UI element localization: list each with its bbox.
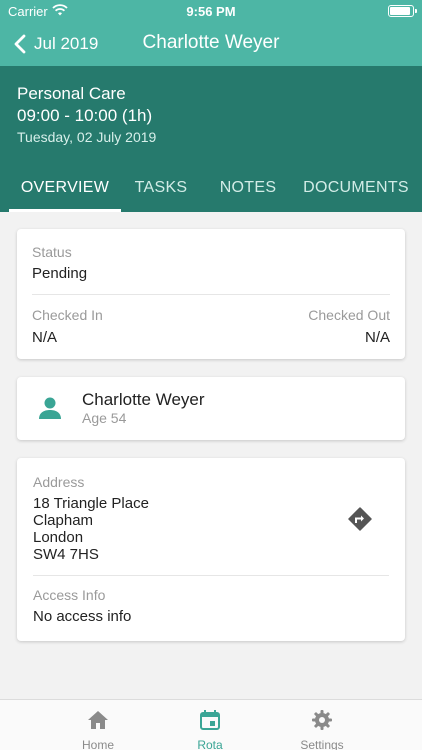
clock: 9:56 PM [186, 4, 236, 19]
checked-in-label: Checked In [32, 307, 103, 323]
checked-in-value: N/A [32, 329, 58, 346]
access-info-value: No access info [33, 608, 132, 625]
client-age: Age 54 [82, 410, 127, 426]
tab-home-label: Home [81, 738, 114, 750]
bottom-tab-bar: Home Rota Settings [0, 699, 422, 750]
tab-settings[interactable]: Settings [282, 700, 362, 750]
client-name: Charlotte Weyer [82, 390, 205, 409]
checked-out-label: Checked Out [308, 307, 390, 323]
tab-overview[interactable]: OVERVIEW [9, 166, 121, 212]
gear-icon [312, 710, 332, 730]
person-icon [39, 397, 61, 419]
tab-rota-label: Rota [197, 738, 223, 750]
battery-icon [388, 5, 417, 17]
page-title: Charlotte Weyer [142, 32, 280, 53]
status-value: Pending [32, 265, 88, 282]
visit-time-range: 09:00 - 10:00 (1h) [17, 106, 153, 125]
tab-settings-label: Settings [300, 738, 344, 750]
status-bar: Carrier 9:56 PM [0, 0, 422, 22]
address-line-3: London [33, 529, 84, 546]
access-info-label: Access Info [33, 587, 106, 603]
tab-home[interactable]: Home [58, 700, 138, 750]
tab-rota[interactable]: Rota [170, 700, 250, 750]
visit-tabs: OVERVIEW TASKS NOTES DOCUMENTS [0, 166, 422, 212]
tab-tasks[interactable]: TASKS [121, 166, 201, 212]
service-name: Personal Care [17, 84, 126, 103]
visit-header: Personal Care 09:00 - 10:00 (1h) Tuesday… [0, 66, 422, 166]
client-card[interactable]: Charlotte Weyer Age 54 [17, 377, 405, 440]
address-label: Address [33, 474, 85, 490]
nav-bar: Jul 2019 Charlotte Weyer [0, 22, 422, 66]
address-line-4: SW4 7HS [33, 546, 99, 563]
status-card: Status Pending Checked In N/A Checked Ou… [17, 229, 405, 359]
calendar-icon [200, 710, 220, 730]
address-line-2: Clapham [33, 512, 94, 529]
address-lines: 18 Triangle Place Clapham London SW4 7HS [33, 495, 389, 563]
status-label: Status [32, 244, 72, 260]
address-line-1: 18 Triangle Place [33, 495, 149, 512]
address-card: Address 18 Triangle Place Clapham London… [17, 458, 405, 641]
tab-notes[interactable]: NOTES [205, 166, 291, 212]
checked-out-value: N/A [364, 329, 390, 346]
visit-date: Tuesday, 02 July 2019 [17, 129, 157, 145]
directions-icon[interactable] [347, 506, 373, 532]
tab-documents[interactable]: DOCUMENTS [297, 166, 415, 212]
home-icon [88, 711, 108, 729]
